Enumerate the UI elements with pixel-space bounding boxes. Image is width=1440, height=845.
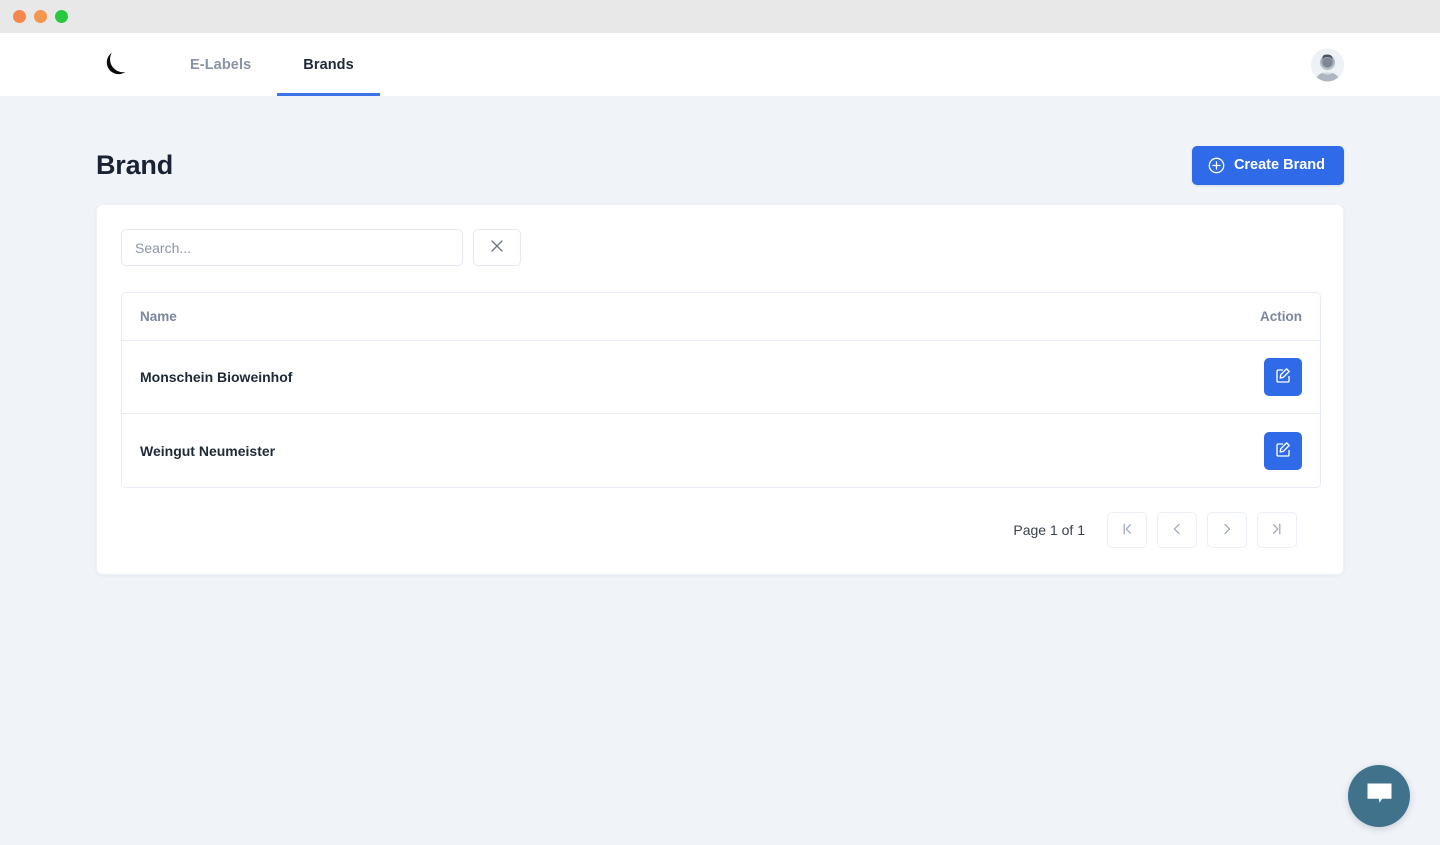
edit-brand-button[interactable] bbox=[1264, 358, 1302, 396]
table-row: Weingut Neumeister bbox=[122, 414, 1320, 487]
create-brand-button[interactable]: Create Brand bbox=[1191, 145, 1344, 185]
crescent-moon-logo[interactable] bbox=[96, 46, 134, 84]
last-page-button[interactable] bbox=[1257, 512, 1297, 548]
window-titlebar bbox=[0, 0, 1440, 33]
close-window-button[interactable] bbox=[13, 10, 26, 23]
search-input[interactable] bbox=[121, 229, 463, 266]
page-content: Brand Create Brand Search... Name Action… bbox=[0, 96, 1440, 575]
avatar[interactable] bbox=[1311, 48, 1344, 81]
create-brand-label: Create Brand bbox=[1233, 157, 1325, 173]
page-indicator: Page 1 of 1 bbox=[1013, 522, 1085, 538]
edit-pencil-icon bbox=[1275, 367, 1292, 387]
table-header-row: Name Action bbox=[122, 293, 1320, 341]
clear-search-button[interactable] bbox=[473, 229, 521, 266]
tab-brands[interactable]: Brands bbox=[277, 33, 380, 96]
brand-name-cell: Weingut Neumeister bbox=[122, 414, 970, 487]
chat-widget-button[interactable] bbox=[1348, 765, 1410, 827]
chat-bubble-icon bbox=[1366, 782, 1393, 810]
search-bar bbox=[121, 229, 1319, 266]
row-action-cell bbox=[969, 414, 1320, 487]
app-viewport: E-Labels Brands Brand Create Brand Searc… bbox=[0, 33, 1440, 845]
table-row: Monschein Bioweinhof bbox=[122, 341, 1320, 414]
chevron-last-icon bbox=[1270, 522, 1284, 539]
chevron-first-icon bbox=[1120, 522, 1134, 539]
page-title: Brand bbox=[96, 149, 174, 180]
close-icon bbox=[490, 239, 504, 256]
brand-list-card: Name Action Monschein Bioweinhof bbox=[96, 204, 1344, 575]
tab-brands-label: Brands bbox=[303, 56, 354, 73]
brands-table: Name Action Monschein Bioweinhof Weingut… bbox=[121, 292, 1321, 488]
first-page-button[interactable] bbox=[1107, 512, 1147, 548]
page-header: Brand Create Brand bbox=[96, 96, 1344, 192]
edit-brand-button[interactable] bbox=[1264, 431, 1302, 470]
brand-name-cell: Monschein Bioweinhof bbox=[122, 341, 970, 414]
tab-e-labels[interactable]: E-Labels bbox=[164, 33, 277, 96]
column-header-name: Name bbox=[122, 293, 970, 341]
nav-tabs: E-Labels Brands bbox=[164, 33, 380, 96]
tab-e-labels-label: E-Labels bbox=[190, 56, 252, 73]
chevron-right-icon bbox=[1220, 522, 1234, 539]
plus-circle-icon bbox=[1208, 157, 1225, 174]
previous-page-button[interactable] bbox=[1157, 512, 1197, 548]
top-navigation-bar: E-Labels Brands bbox=[0, 33, 1440, 96]
table-head: Name Action bbox=[122, 293, 1320, 341]
pagination: Page 1 of 1 bbox=[121, 512, 1319, 548]
column-header-action: Action bbox=[969, 293, 1320, 341]
maximize-window-button[interactable] bbox=[55, 10, 68, 23]
chevron-left-icon bbox=[1170, 522, 1184, 539]
minimize-window-button[interactable] bbox=[34, 10, 47, 23]
table-body: Monschein Bioweinhof Weingut Neumeister bbox=[122, 341, 1320, 487]
edit-pencil-icon bbox=[1275, 441, 1292, 461]
row-action-cell bbox=[969, 341, 1320, 414]
next-page-button[interactable] bbox=[1207, 512, 1247, 548]
